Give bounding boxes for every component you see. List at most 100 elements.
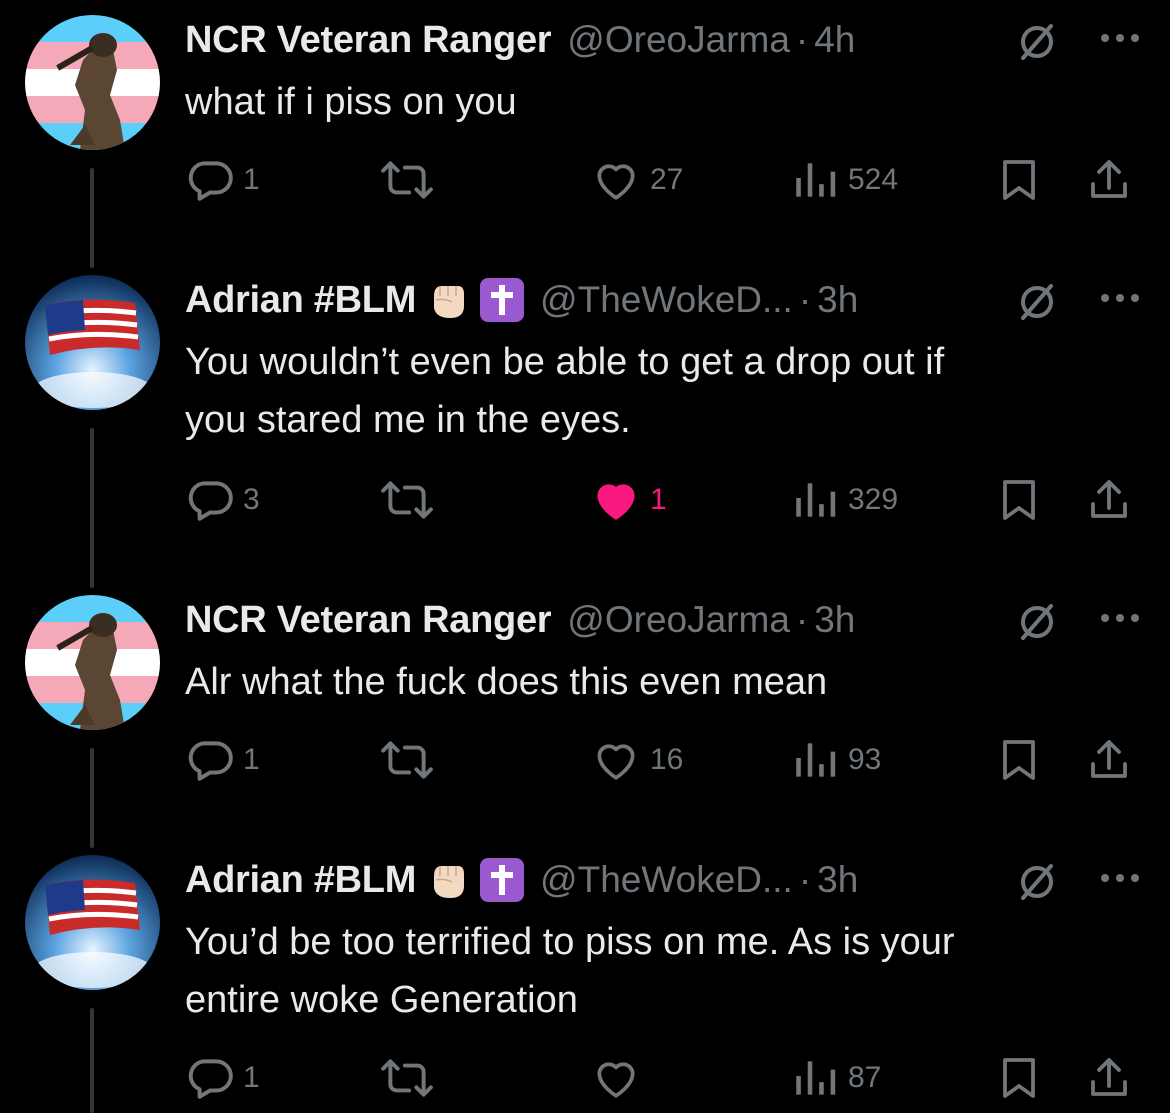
share-button[interactable]	[1085, 150, 1133, 210]
separator: ·	[795, 19, 809, 60]
tweet-text-line: Alr what the fuck does this even mean	[185, 661, 828, 703]
share-icon	[1091, 1058, 1127, 1096]
avatar-ranger[interactable]	[25, 15, 160, 150]
user-handle[interactable]: @TheWokeD...	[540, 859, 793, 901]
reply-icon	[188, 1059, 233, 1099]
reply-button[interactable]: 3	[185, 470, 260, 530]
views-button[interactable]: 87	[790, 1048, 881, 1108]
reply-icon	[188, 161, 233, 201]
ranger-avatar-image	[25, 595, 160, 730]
reply-count: 1	[243, 1061, 260, 1094]
retweet-icon	[381, 481, 433, 519]
views-button[interactable]: 329	[790, 470, 898, 530]
tweet-text-line: You wouldn’t even be able to get a drop …	[185, 341, 945, 383]
retweet-icon	[381, 1059, 433, 1097]
bookmark-button[interactable]	[995, 1048, 1043, 1108]
reply-button[interactable]: 1	[185, 1048, 260, 1108]
bookmark-icon	[1003, 160, 1035, 200]
more-options-icon[interactable]	[1097, 603, 1143, 638]
avatar-flag[interactable]	[25, 275, 160, 410]
latin-cross-emoji	[480, 278, 525, 322]
reply-count: 3	[243, 483, 260, 516]
heart-icon	[597, 164, 635, 200]
flag-avatar-image	[25, 855, 160, 990]
reply-count: 1	[243, 163, 260, 196]
tweet-text: Alr what the fuck does this even mean	[185, 653, 1110, 711]
bookmark-button[interactable]	[995, 730, 1043, 790]
grok-slash-icon[interactable]	[1015, 20, 1059, 69]
latin-cross-emoji	[480, 858, 525, 902]
thread-line	[90, 168, 94, 268]
share-icon	[1091, 740, 1127, 778]
more-options-icon[interactable]	[1097, 283, 1143, 318]
timestamp[interactable]: 3h	[814, 599, 855, 641]
flag-avatar-image	[25, 275, 160, 410]
reply-button[interactable]: 1	[185, 150, 260, 210]
retweet-button[interactable]	[380, 1048, 442, 1108]
retweet-icon	[381, 161, 433, 199]
user-handle[interactable]: @OreoJarma	[567, 599, 790, 641]
share-icon	[1091, 480, 1127, 518]
views-button[interactable]: 93	[790, 730, 881, 790]
grok-slash-icon[interactable]	[1015, 860, 1059, 909]
like-count: 1	[650, 483, 667, 516]
timestamp[interactable]: 4h	[814, 19, 855, 61]
separator: ·	[795, 599, 809, 640]
share-button[interactable]	[1085, 1048, 1133, 1108]
views-chart-icon	[796, 743, 836, 777]
views-chart-icon	[796, 1061, 836, 1095]
ranger-avatar-image	[25, 15, 160, 150]
reply-icon	[188, 481, 233, 521]
retweet-icon	[381, 741, 433, 779]
share-button[interactable]	[1085, 730, 1133, 790]
display-name[interactable]: NCR Veteran Ranger	[185, 19, 552, 62]
display-name[interactable]: Adrian #BLM	[185, 279, 416, 322]
thread-line	[90, 1008, 94, 1113]
bookmark-icon	[1003, 1058, 1035, 1098]
tweet-actions: 1 27 524	[185, 150, 1170, 210]
tweet-text-line: what if i piss on you	[185, 81, 517, 123]
separator: ·	[798, 279, 812, 320]
share-button[interactable]	[1085, 470, 1133, 530]
heart-icon	[597, 1062, 635, 1098]
like-count: 16	[650, 743, 684, 776]
like-button[interactable]: 27	[590, 150, 683, 210]
reply-count: 1	[243, 743, 260, 776]
user-handle[interactable]: @OreoJarma	[567, 19, 790, 61]
timestamp[interactable]: 3h	[817, 279, 858, 321]
retweet-button[interactable]	[380, 730, 442, 790]
tweet-text: You’d be too terrified to piss on me. As…	[185, 913, 1110, 1029]
timestamp[interactable]: 3h	[817, 859, 858, 901]
grok-slash-icon[interactable]	[1015, 600, 1059, 649]
grok-slash-icon[interactable]	[1015, 280, 1059, 329]
bookmark-button[interactable]	[995, 150, 1043, 210]
tweet-text: what if i piss on you	[185, 73, 1110, 131]
reply-button[interactable]: 1	[185, 730, 260, 790]
views-count: 87	[848, 1061, 882, 1094]
like-count: 27	[650, 163, 684, 196]
tweet-text: You wouldn’t even be able to get a drop …	[185, 333, 1110, 449]
raised-fist-emoji	[426, 278, 470, 322]
bookmark-button[interactable]	[995, 470, 1043, 530]
more-options-icon[interactable]	[1097, 23, 1143, 58]
tweet-text-line: you stared me in the eyes.	[185, 399, 631, 441]
thread-line	[90, 428, 94, 588]
tweet-actions: 1 87	[185, 1048, 1170, 1108]
retweet-button[interactable]	[380, 150, 442, 210]
display-name[interactable]: NCR Veteran Ranger	[185, 599, 552, 642]
heart-filled-icon	[597, 484, 635, 520]
more-options-icon[interactable]	[1097, 863, 1143, 898]
display-name[interactable]: Adrian #BLM	[185, 859, 416, 902]
reply-icon	[188, 741, 233, 781]
user-handle[interactable]: @TheWokeD...	[540, 279, 793, 321]
like-button[interactable]: 16	[590, 730, 683, 790]
tweet-actions: 1 16 93	[185, 730, 1170, 790]
views-count: 93	[848, 743, 882, 776]
like-button[interactable]	[590, 1048, 650, 1108]
like-button[interactable]: 1	[590, 470, 667, 530]
views-button[interactable]: 524	[790, 150, 898, 210]
avatar-flag[interactable]	[25, 855, 160, 990]
retweet-button[interactable]	[380, 470, 442, 530]
avatar-ranger[interactable]	[25, 595, 160, 730]
heart-icon	[597, 744, 635, 780]
